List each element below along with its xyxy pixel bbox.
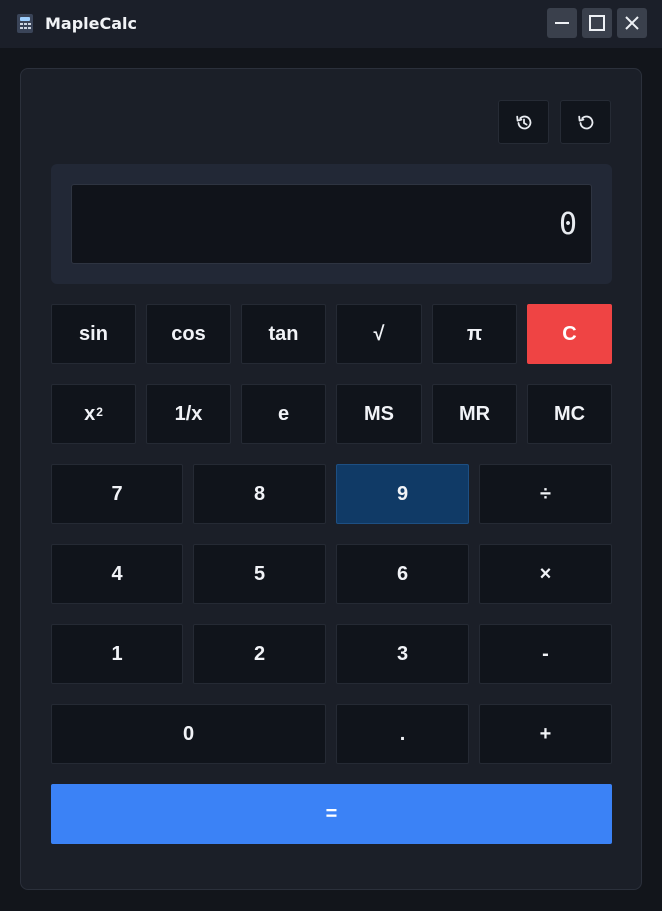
digit-5-button[interactable]: 5 <box>193 544 326 604</box>
digit-7-button[interactable]: 7 <box>51 464 183 524</box>
digit-0-button[interactable]: 0 <box>51 704 326 764</box>
euler-button[interactable]: e <box>241 384 326 444</box>
memory-store-button[interactable]: MS <box>336 384 422 444</box>
digit-3-button[interactable]: 3 <box>336 624 469 684</box>
equals-button[interactable]: = <box>51 784 612 844</box>
close-button[interactable] <box>617 8 647 38</box>
title-bar: MapleCalc <box>0 0 662 48</box>
subtract-button[interactable]: - <box>479 624 612 684</box>
display-value: 0 <box>558 207 577 242</box>
reciprocal-button[interactable]: 1/x <box>146 384 231 444</box>
minimize-icon <box>555 22 569 24</box>
sqrt-button[interactable]: √ <box>336 304 422 364</box>
display-container: 0 <box>51 164 612 284</box>
pi-button[interactable]: π <box>432 304 517 364</box>
history-button[interactable] <box>498 100 549 144</box>
memory-recall-button[interactable]: MR <box>432 384 517 444</box>
sin-button[interactable]: sin <box>51 304 136 364</box>
add-button[interactable]: + <box>479 704 612 764</box>
maximize-icon <box>589 15 605 31</box>
multiply-button[interactable]: × <box>479 544 612 604</box>
display-screen: 0 <box>71 184 592 264</box>
app-title: MapleCalc <box>45 14 138 33</box>
calculator-icon <box>17 14 33 33</box>
minimize-button[interactable] <box>547 8 577 38</box>
close-icon <box>625 16 639 30</box>
digit-4-button[interactable]: 4 <box>51 544 183 604</box>
maximize-button[interactable] <box>582 8 612 38</box>
digit-1-button[interactable]: 1 <box>51 624 183 684</box>
square-label: x <box>84 402 96 425</box>
reset-button[interactable] <box>560 100 611 144</box>
square-exponent: 2 <box>96 405 103 419</box>
digit-6-button[interactable]: 6 <box>336 544 469 604</box>
decimal-button[interactable]: . <box>336 704 469 764</box>
clear-button[interactable]: C <box>527 304 612 364</box>
digit-9-button[interactable]: 9 <box>336 464 469 524</box>
square-button[interactable]: x2 <box>51 384 136 444</box>
memory-clear-button[interactable]: MC <box>527 384 612 444</box>
reset-icon <box>578 115 594 130</box>
cos-button[interactable]: cos <box>146 304 231 364</box>
tan-button[interactable]: tan <box>241 304 326 364</box>
history-icon <box>516 115 532 130</box>
divide-button[interactable]: ÷ <box>479 464 612 524</box>
digit-8-button[interactable]: 8 <box>193 464 326 524</box>
digit-2-button[interactable]: 2 <box>193 624 326 684</box>
